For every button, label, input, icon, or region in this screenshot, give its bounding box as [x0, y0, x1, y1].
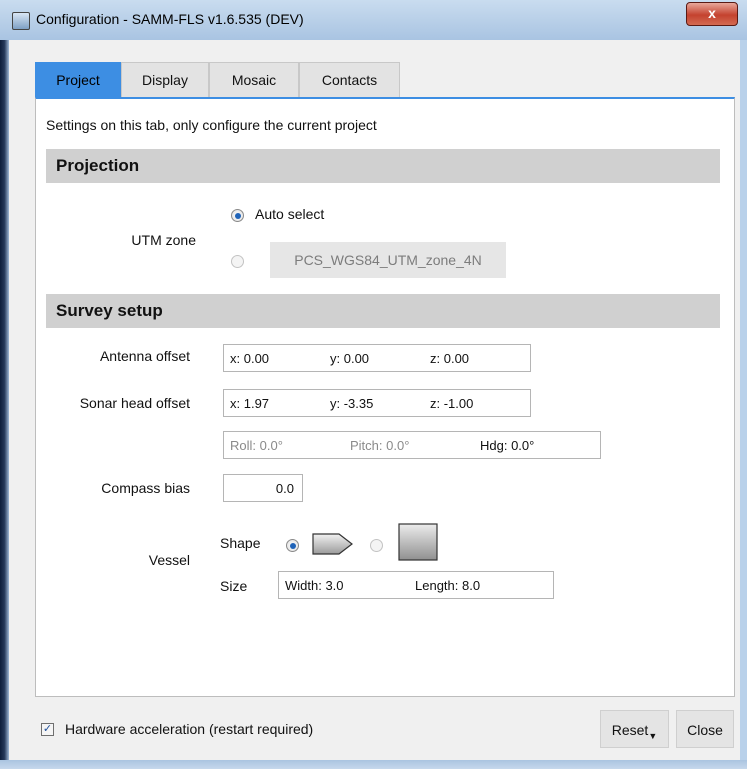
auto-select-label[interactable]: Auto select	[255, 206, 324, 222]
projection-section-header: Projection	[46, 149, 720, 183]
boat-shape-icon[interactable]	[312, 529, 354, 559]
utm-zone-label: UTM zone	[131, 232, 196, 248]
hardware-acceleration-label[interactable]: Hardware acceleration (restart required)	[65, 721, 313, 737]
shape-label: Shape	[220, 535, 261, 551]
vessel-label: Vessel	[148, 552, 190, 568]
antenna-offset-field[interactable]: x: 0.00 y: 0.00 z: 0.00	[223, 344, 531, 372]
configuration-window: Configuration - SAMM-FLS v1.6.535 (DEV) …	[0, 0, 747, 769]
sonar-z-value: z: -1.00	[430, 396, 474, 411]
antenna-offset-label: Antenna offset	[99, 348, 190, 364]
hardware-acceleration-checkbox[interactable]: ✓	[41, 723, 54, 736]
survey-setup-section-header: Survey setup	[46, 294, 720, 328]
title-bar[interactable]: Configuration - SAMM-FLS v1.6.535 (DEV) …	[0, 0, 747, 40]
project-intro-text: Settings on this tab, only configure the…	[46, 117, 377, 133]
box-shape-icon[interactable]	[398, 523, 440, 563]
vessel-size-field[interactable]: Width: 3.0 Length: 8.0	[278, 571, 554, 599]
compass-bias-value: 0.0	[275, 481, 294, 496]
window-bottom-frame	[0, 760, 747, 769]
window-title: Configuration - SAMM-FLS v1.6.535 (DEV)	[36, 11, 304, 27]
close-button[interactable]: Close	[676, 710, 734, 748]
project-tab-panel: Settings on this tab, only configure the…	[35, 97, 735, 697]
sonar-head-offset-label: Sonar head offset	[79, 395, 190, 411]
width-value: Width: 3.0	[285, 578, 344, 593]
app-window-icon	[12, 12, 30, 30]
tab-contacts[interactable]: Contacts	[299, 62, 400, 97]
roll-value: Roll: 0.0°	[230, 438, 283, 453]
reset-dropdown-arrow-icon: ▼	[648, 731, 658, 741]
sonar-y-value: y: -3.35	[330, 396, 374, 411]
pitch-value: Pitch: 0.0°	[350, 438, 410, 453]
auto-select-radio[interactable]	[231, 209, 244, 222]
compass-bias-field[interactable]: 0.0	[223, 474, 303, 502]
antenna-y-value: y: 0.00	[330, 351, 370, 366]
heading-value: Hdg: 0.0°	[480, 438, 535, 453]
compass-bias-label: Compass bias	[101, 480, 190, 496]
antenna-x-value: x: 0.00	[230, 351, 270, 366]
size-label: Size	[220, 578, 248, 594]
window-left-frame	[0, 40, 9, 769]
window-close-button[interactable]: x	[686, 2, 738, 26]
shape-box-radio[interactable]	[370, 539, 383, 552]
length-value: Length: 8.0	[415, 578, 481, 593]
sonar-attitude-field[interactable]: Roll: 0.0° Pitch: 0.0° Hdg: 0.0°	[223, 431, 601, 459]
reset-button[interactable]: Reset▼	[600, 710, 669, 748]
tab-display[interactable]: Display	[121, 62, 209, 97]
shape-boat-radio[interactable]	[286, 539, 299, 552]
antenna-z-value: z: 0.00	[430, 351, 470, 366]
reset-button-label: Reset	[611, 722, 649, 738]
sonar-x-value: x: 1.97	[230, 396, 270, 411]
tab-mosaic[interactable]: Mosaic	[209, 62, 299, 97]
manual-zone-radio	[231, 255, 244, 268]
tab-project[interactable]: Project	[35, 62, 121, 97]
utm-zone-value: PCS_WGS84_UTM_zone_4N	[270, 242, 506, 278]
sonar-head-offset-field[interactable]: x: 1.97 y: -3.35 z: -1.00	[223, 389, 531, 417]
